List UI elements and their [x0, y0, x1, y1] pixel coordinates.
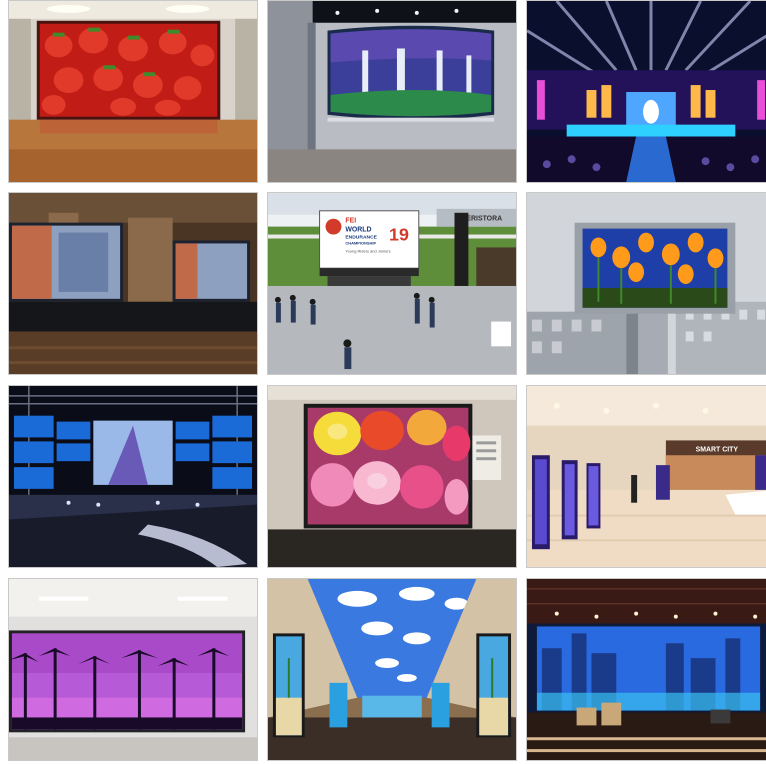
- sign-line3: CHAMPIONSHIP: [345, 240, 376, 245]
- fence-text: ERISTORA: [466, 216, 502, 223]
- photo-hall-dual-screens: [8, 192, 258, 375]
- sign-brand: FEI: [345, 218, 356, 225]
- image-grid: ERISTORA FEI WORLD ENDURANCE CHAMPIONSHI…: [0, 0, 766, 764]
- photo-endurance-championship-sign: ERISTORA FEI WORLD ENDURANCE CHAMPIONSHI…: [267, 192, 517, 375]
- photo-city-night-stage-screen: [526, 578, 766, 761]
- photo-concert-stage-screen: [526, 0, 766, 183]
- photo-curved-waterfall-screen: [267, 0, 517, 183]
- photo-sky-ceiling-screen: [267, 578, 517, 761]
- photo-strawberry-screen: [8, 0, 258, 183]
- sign-subtitle: Young Riders and Juniors: [345, 248, 390, 253]
- sign-line1: WORLD: [345, 227, 371, 234]
- sign-year: 19: [389, 224, 409, 244]
- photo-palm-sunset-screen: [8, 578, 258, 761]
- photo-mall-pillar-screens: SMART CITY: [526, 385, 766, 568]
- photo-rose-wall-screen: [267, 385, 517, 568]
- photo-stage-truss-screens: [8, 385, 258, 568]
- photo-outdoor-tulip-billboard: [526, 192, 766, 375]
- store-sign: SMART CITY: [696, 446, 739, 453]
